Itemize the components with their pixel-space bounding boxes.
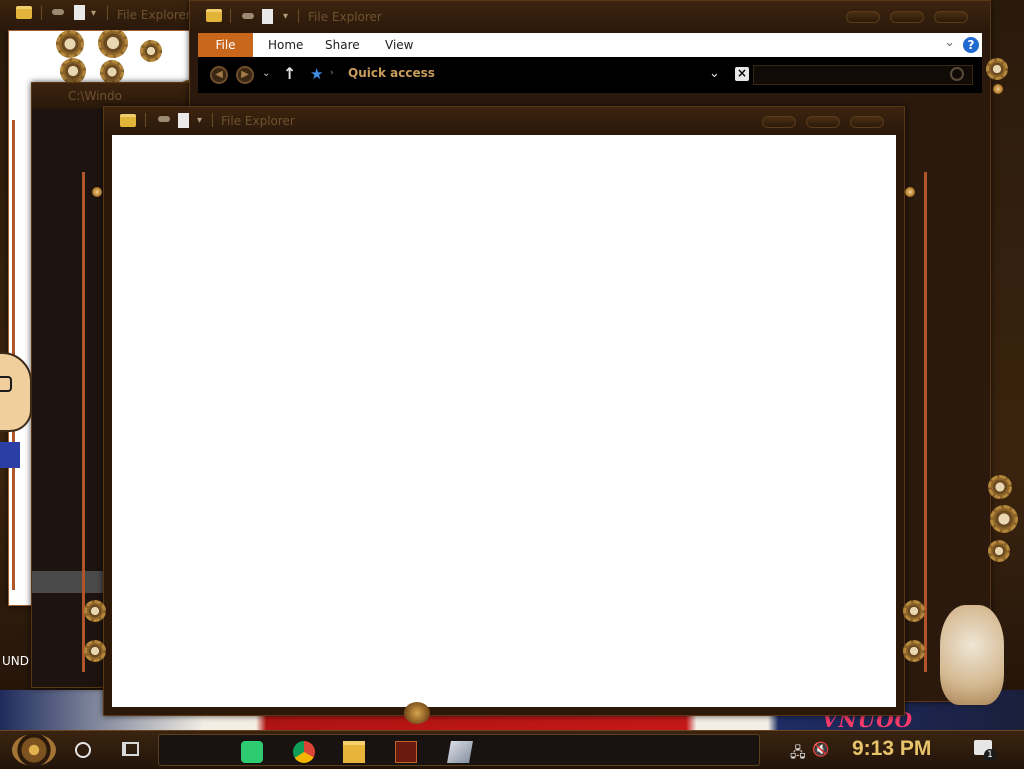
file-explorer-window-front[interactable]: ▾ File Explorer (103, 106, 905, 716)
desktop-side-label: UND (2, 654, 29, 668)
up-arrow-icon[interactable]: ↑ (283, 64, 296, 83)
maximize-button[interactable] (806, 116, 840, 128)
folder-icon (206, 9, 222, 22)
settings-app-icon[interactable] (447, 741, 473, 763)
gear-decoration-icon (986, 58, 1008, 80)
gear-decoration-icon (56, 30, 84, 58)
new-document-icon[interactable] (178, 113, 189, 128)
properties-icon[interactable] (52, 9, 64, 15)
back-arrow-icon[interactable]: ◀ (210, 66, 228, 84)
chevron-down-icon[interactable]: ▾ (91, 8, 101, 19)
clock[interactable]: 9:13 PM (852, 737, 931, 761)
taskbar: 🖧 🔇 9:13 PM 1 (0, 730, 1024, 769)
titlebar: ▾ File Explorer (190, 1, 990, 33)
notes-app-icon[interactable] (241, 741, 263, 763)
tab-view[interactable]: View (385, 33, 413, 57)
gear-decoration-icon (60, 58, 86, 84)
window-title: File Explorer (221, 114, 295, 128)
forward-arrow-icon[interactable]: ▶ (236, 66, 254, 84)
gear-decoration-icon (988, 540, 1010, 562)
frame-pipe (82, 172, 85, 672)
minimize-button[interactable] (846, 11, 880, 23)
properties-icon[interactable] (158, 116, 170, 122)
task-view-icon[interactable] (122, 742, 139, 756)
new-document-icon[interactable] (262, 9, 273, 24)
content-area[interactable] (112, 135, 896, 707)
separator (145, 113, 146, 127)
window-title: File Explorer (308, 10, 382, 24)
window-title: C:\Windo (68, 89, 122, 103)
recent-locations-chevron-icon[interactable]: ⌄ (262, 68, 270, 79)
chevron-down-icon[interactable]: ▾ (283, 11, 293, 22)
minimize-button[interactable] (762, 116, 796, 128)
gear-decoration-icon (903, 640, 925, 662)
gear-decoration-icon (84, 600, 106, 622)
gear-decoration-icon (988, 475, 1012, 499)
window-title: File Explorer (117, 8, 191, 22)
bolt-icon (993, 84, 1003, 94)
folder-icon (120, 114, 136, 127)
address-dropdown-chevron-icon[interactable]: ⌄ (709, 66, 720, 81)
clear-address-icon[interactable]: × (735, 67, 749, 81)
tab-home[interactable]: Home (268, 33, 303, 57)
gear-decoration-icon (903, 600, 925, 622)
cartoon-tie-icon (0, 442, 20, 468)
chevron-down-icon[interactable]: ▾ (197, 115, 207, 126)
taskbar-apps-panel (158, 734, 760, 766)
tab-file[interactable]: File (198, 33, 253, 57)
separator (41, 6, 42, 20)
bird-mascot-icon (404, 702, 430, 724)
tab-share[interactable]: Share (325, 33, 360, 57)
search-box[interactable] (753, 65, 973, 85)
expand-ribbon-chevron-icon[interactable]: ⌄ (944, 35, 955, 50)
close-button[interactable] (850, 116, 884, 128)
address-bar[interactable]: Quick access (348, 66, 766, 84)
file-explorer-icon[interactable] (343, 741, 365, 763)
gear-decoration-icon (100, 60, 124, 84)
separator (298, 9, 299, 23)
search-icon (950, 67, 964, 81)
gear-decoration-icon (84, 640, 106, 662)
close-button[interactable] (934, 11, 968, 23)
network-icon[interactable]: 🖧 (790, 742, 806, 766)
bolt-icon (905, 187, 915, 197)
properties-icon[interactable] (242, 13, 254, 19)
quick-access-star-icon: ★ (310, 65, 324, 83)
chrome-icon[interactable] (293, 741, 315, 763)
help-icon[interactable]: ? (963, 37, 979, 53)
bolt-icon (92, 187, 102, 197)
separator (212, 113, 213, 127)
gear-decoration-icon (990, 505, 1018, 533)
titlebar: ▾ File Explorer (104, 107, 904, 135)
gear-decoration-icon (140, 40, 162, 62)
ribbon-tab-bar: File Home Share View ⌄ ? (198, 33, 982, 57)
separator (107, 6, 108, 20)
glasses-icon (0, 376, 12, 392)
address-location: Quick access (348, 66, 435, 80)
gear-decoration-icon (98, 28, 128, 58)
start-button[interactable] (12, 734, 56, 766)
separator (230, 9, 231, 23)
volume-muted-icon[interactable]: 🔇 (812, 742, 829, 758)
hamster-image (940, 605, 1004, 705)
address-navigation-bar: ◀ ▶ ⌄ ↑ ★ › Quick access ⌄ × (198, 57, 982, 93)
cortana-icon[interactable] (75, 742, 91, 758)
folder-icon (16, 6, 32, 19)
path-separator-icon: › (330, 68, 334, 78)
frame-pipe (924, 172, 927, 672)
media-app-icon[interactable] (395, 741, 417, 763)
maximize-button[interactable] (890, 11, 924, 23)
new-document-icon[interactable] (74, 5, 85, 20)
notification-count-badge: 1 (984, 749, 996, 761)
